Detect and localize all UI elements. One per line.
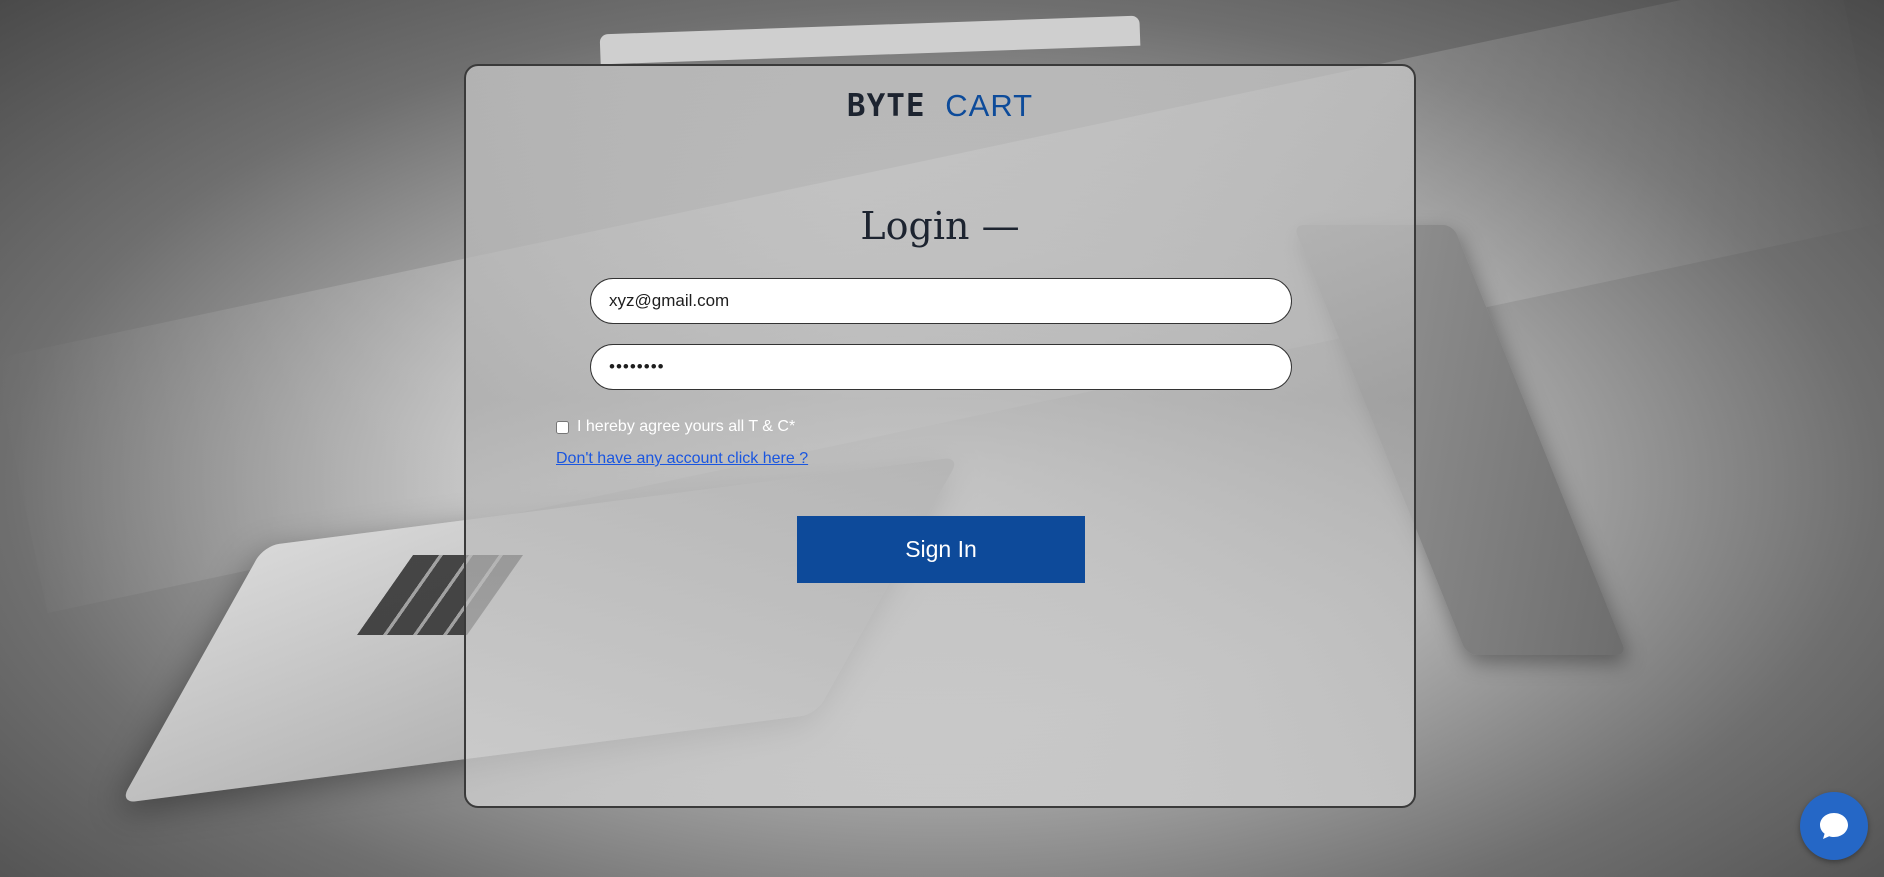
password-input[interactable] — [590, 344, 1292, 390]
brand-logo-cart: CART — [945, 88, 1034, 123]
terms-agreement[interactable]: I hereby agree yours all T & C* — [556, 418, 795, 436]
login-title: Login — — [860, 204, 1020, 248]
chat-button[interactable] — [1800, 792, 1868, 860]
email-input[interactable] — [590, 278, 1292, 324]
laptop-screen-edge — [599, 15, 1141, 65]
sign-in-button[interactable]: Sign In — [797, 516, 1085, 583]
brand-logo: BYTE CART — [466, 88, 1414, 124]
brand-logo-byte: BYTE — [846, 88, 926, 124]
signup-link[interactable]: Don't have any account click here ? — [556, 450, 808, 468]
terms-checkbox[interactable] — [556, 420, 569, 434]
login-card: BYTE CART Login — I hereby agree yours a… — [464, 64, 1416, 808]
terms-label: I hereby agree yours all T & C* — [577, 418, 796, 435]
chat-bubble-icon — [1820, 813, 1848, 839]
